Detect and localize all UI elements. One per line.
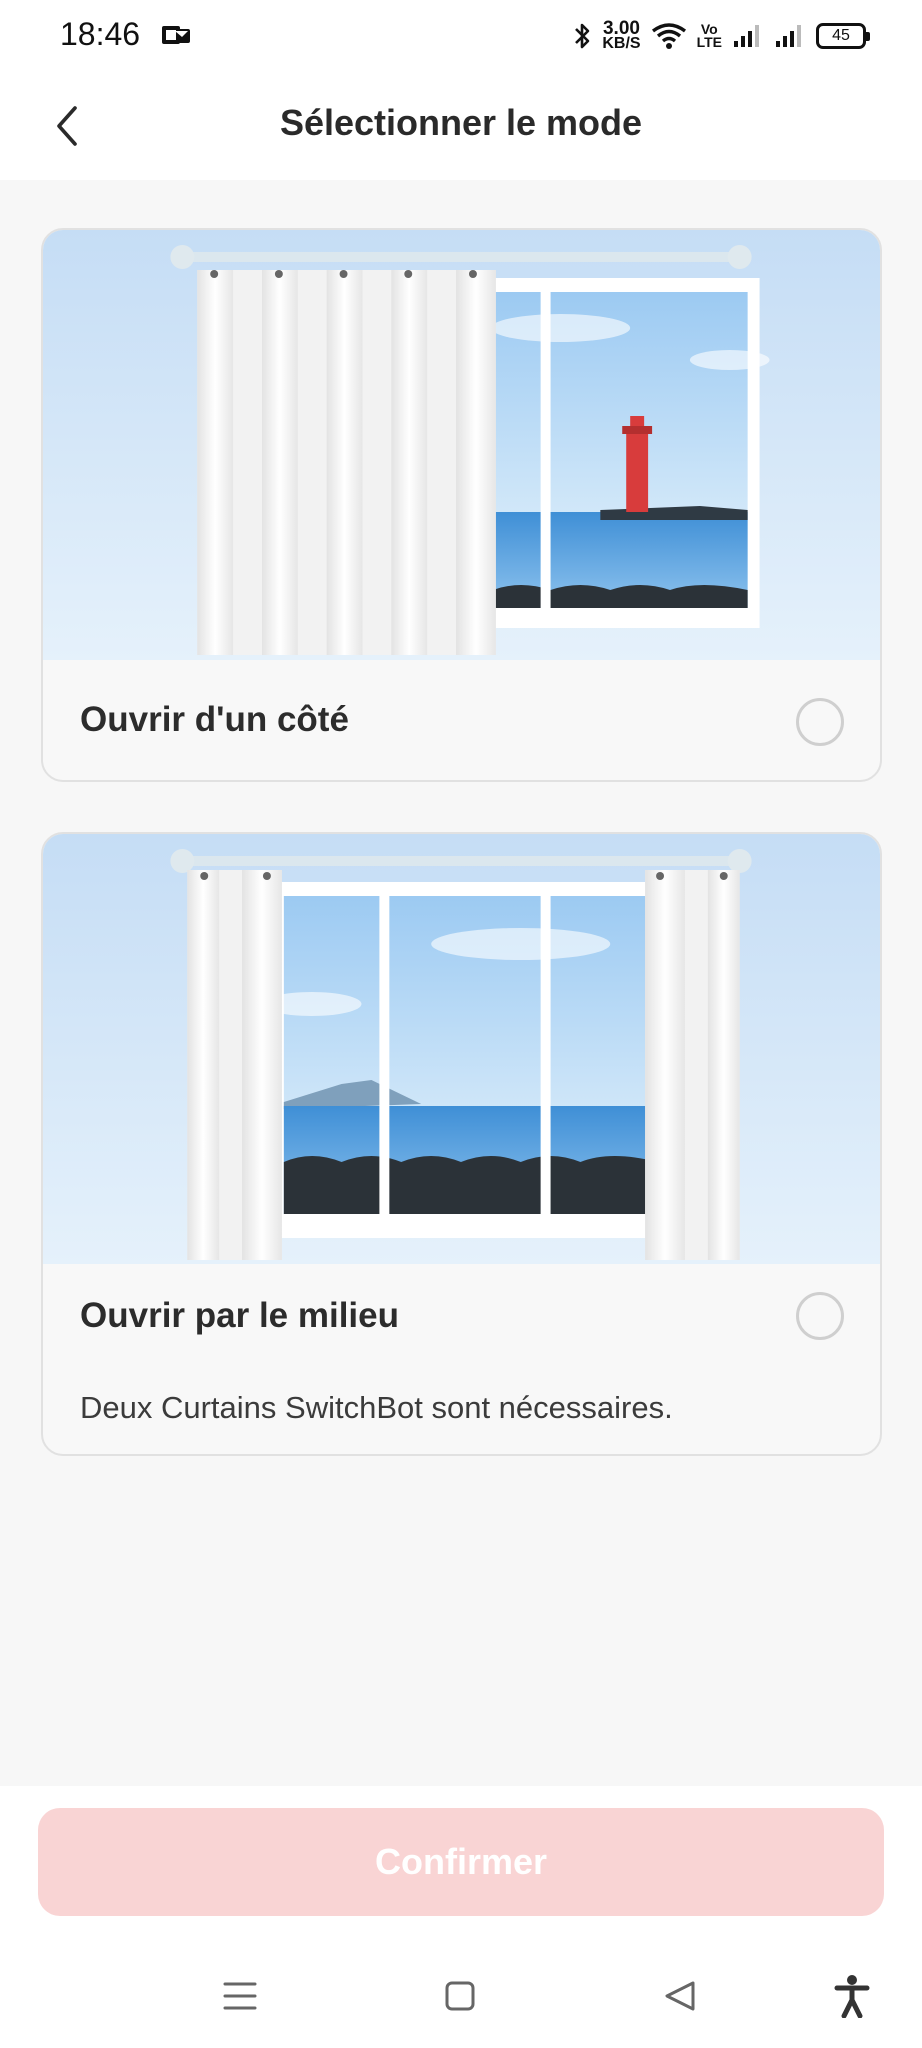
option-title: Ouvrir d'un côté	[80, 700, 349, 739]
confirm-button[interactable]: Confirmer	[38, 1808, 884, 1916]
status-time: 18:46	[60, 16, 141, 52]
header: Sélectionner le mode	[0, 72, 922, 180]
home-nav-button[interactable]	[430, 1966, 490, 2026]
menu-icon	[223, 1982, 257, 2010]
bluetooth-icon	[575, 23, 590, 49]
network-speed: 3.00 KB/S	[602, 18, 641, 52]
speed-value: 3.00	[602, 18, 640, 39]
double-curtain-illustration	[43, 834, 880, 1264]
battery-icon: 45	[816, 23, 870, 49]
speed-unit: KB/S	[602, 35, 641, 52]
status-bar: 18:46 3.00 KB/S Vo LTE 45	[0, 0, 922, 72]
option-card-middle[interactable]: Ouvrir par le milieu Deux Curtains Switc…	[41, 832, 882, 1456]
accessibility-icon	[834, 1975, 870, 2018]
bottom-area: Confirmer	[0, 1786, 922, 2048]
volte-bottom: LTE	[696, 34, 722, 50]
back-nav-button[interactable]	[650, 1966, 710, 2026]
option-card-one-side[interactable]: Ouvrir d'un côté	[41, 228, 882, 782]
accessibility-nav-button[interactable]	[822, 1966, 882, 2026]
radio-button-one-side[interactable]	[796, 698, 844, 746]
signal-icon-2	[776, 25, 801, 47]
page-title: Sélectionner le mode	[279, 102, 643, 143]
volte-indicator: Vo LTE	[696, 22, 722, 50]
menu-nav-button[interactable]	[210, 1966, 270, 2026]
wifi-icon	[651, 23, 686, 49]
system-nav-bar	[0, 1956, 922, 2046]
home-square-icon	[445, 1981, 475, 2011]
notification-icon	[162, 26, 190, 44]
option-description: Deux Curtains SwitchBot sont nécessaires…	[80, 1390, 673, 1425]
radio-button-middle[interactable]	[796, 1292, 844, 1340]
signal-icon-1	[734, 25, 759, 47]
single-curtain-illustration	[43, 230, 880, 660]
option-title: Ouvrir par le milieu	[80, 1296, 399, 1335]
status-icons: 3.00 KB/S Vo LTE 45	[572, 14, 870, 58]
back-triangle-icon	[665, 1981, 695, 2011]
